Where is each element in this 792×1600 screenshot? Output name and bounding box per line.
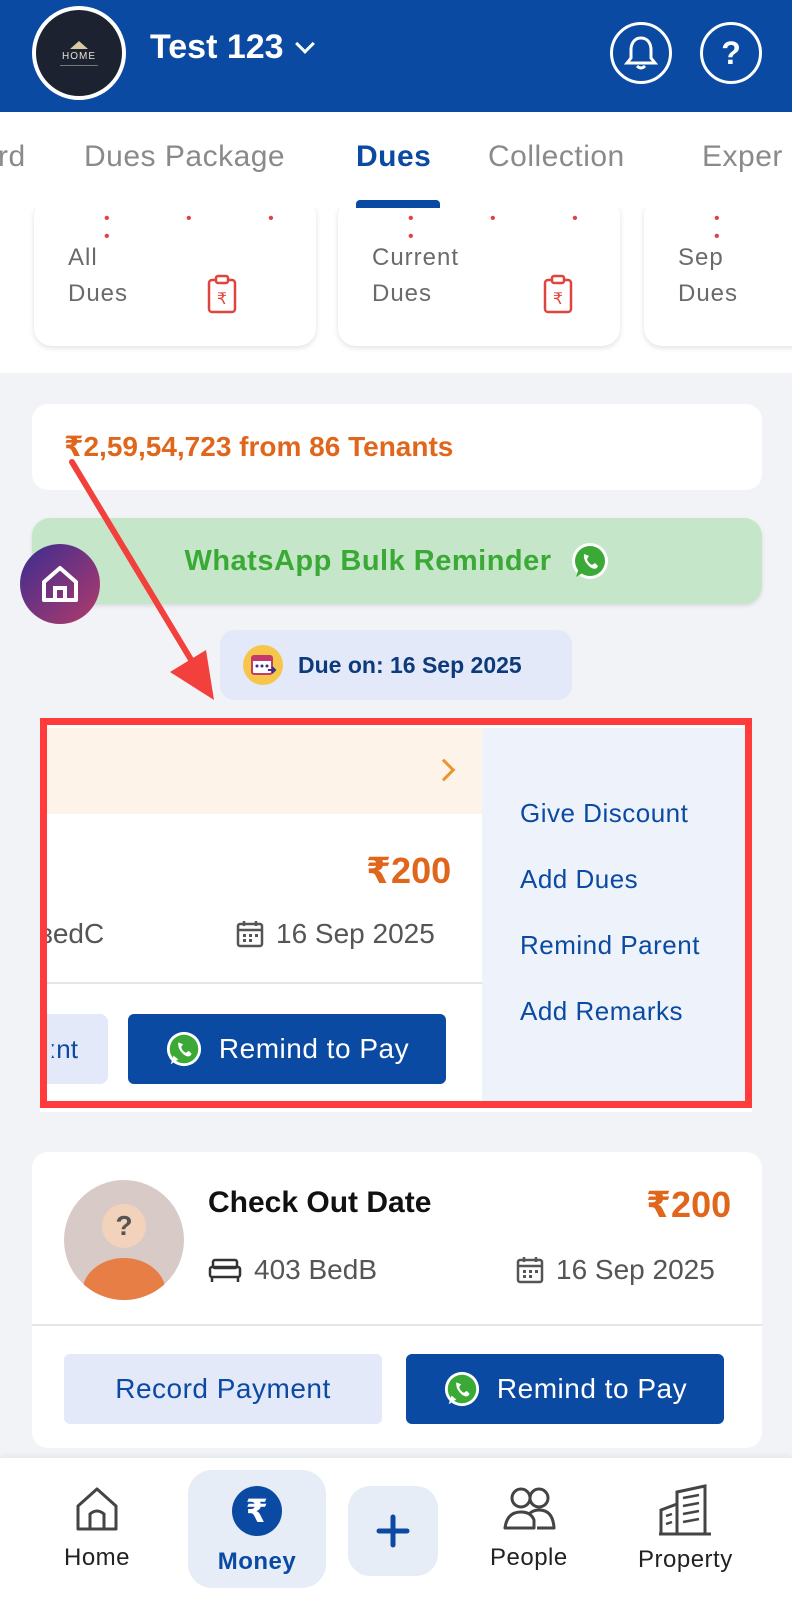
whatsapp-icon	[166, 1031, 202, 1067]
calendar-icon	[236, 921, 264, 948]
tab-collection[interactable]: Collection	[488, 140, 625, 174]
card-divider	[32, 1324, 762, 1326]
month-dues-card[interactable]: • • • • Sep Dues	[644, 208, 792, 346]
bed-label: ɜedC	[40, 918, 105, 949]
people-icon	[503, 1487, 556, 1530]
active-tab-indicator	[356, 200, 440, 208]
bed-icon	[208, 1258, 242, 1282]
property-selector[interactable]: Test 123	[150, 28, 315, 67]
tenant-name: Check Out Date	[208, 1186, 432, 1219]
whatsapp-bulk-reminder-button[interactable]: WhatsApp Bulk Reminder	[32, 518, 762, 604]
nav-money[interactable]: ₹ Money	[188, 1470, 326, 1588]
notification-button[interactable]	[610, 22, 672, 84]
nav-home[interactable]: Home	[64, 1484, 130, 1572]
nav-people-label: People	[490, 1544, 568, 1571]
card-label: All Dues	[68, 244, 129, 307]
rupee-circle-icon: ₹	[232, 1486, 282, 1536]
logo-divider	[60, 64, 98, 66]
app-header: HOME Test 123 ?	[0, 0, 792, 112]
whatsapp-bulk-label: WhatsApp Bulk Reminder	[184, 544, 552, 577]
nav-home-label: Home	[64, 1544, 131, 1571]
whatsapp-icon	[444, 1371, 480, 1407]
remind-parent-action[interactable]: Remind Parent	[520, 930, 700, 961]
home-icon	[42, 566, 78, 602]
remind-to-pay-button[interactable]: Remind to Pay	[128, 1014, 446, 1084]
svg-text:₹: ₹	[246, 1492, 269, 1530]
tab-expenses[interactable]: Exper	[702, 140, 783, 174]
add-dues-action[interactable]: Add Dues	[520, 864, 638, 895]
property-name: Test 123	[150, 28, 284, 66]
chevron-down-icon	[294, 33, 315, 54]
due-date-label: Due on: 16 Sep 2025	[298, 651, 522, 678]
clipboard-rupee-icon: ₹	[207, 274, 237, 314]
avatar: ?	[64, 1180, 184, 1300]
remind-to-pay-label: Remind to Pay	[496, 1373, 688, 1404]
logo-text: HOME	[62, 50, 96, 62]
due-amount: ₹200	[646, 1184, 732, 1225]
give-discount-action[interactable]: Give Discount	[520, 798, 688, 829]
card-decoration: • • • •	[104, 210, 310, 245]
avatar-body	[82, 1258, 166, 1300]
due-date-text: 16 Sep 2025	[276, 918, 435, 949]
record-payment-button[interactable]: Record Payment	[64, 1354, 382, 1424]
due-date: 16 Sep 2025	[236, 918, 435, 950]
calendar-icon	[516, 1257, 544, 1284]
card-label: Sep Dues	[678, 244, 739, 307]
nav-money-label: Money	[217, 1548, 297, 1575]
bottom-navigation: Home ₹ Money People Property	[0, 1458, 792, 1600]
building-icon	[659, 1484, 712, 1536]
add-button[interactable]	[348, 1486, 438, 1576]
tab-dashboard[interactable]: rd	[0, 140, 26, 174]
record-payment-button[interactable]: ːnt	[40, 1014, 108, 1084]
total-dues-text: ₹2,59,54,723 from 86 Tenants	[64, 431, 454, 462]
bell-icon	[624, 36, 658, 70]
tab-dues-package[interactable]: Dues Package	[84, 140, 285, 174]
bed-info: 403 BedB	[208, 1254, 377, 1286]
card-status-strip[interactable]	[40, 728, 482, 814]
card-label: Current Dues	[372, 244, 460, 307]
due-date-text: 16 Sep 2025	[556, 1254, 715, 1285]
floating-home-button[interactable]	[20, 544, 100, 624]
nav-property-label: Property	[638, 1546, 733, 1573]
help-button[interactable]: ?	[700, 22, 762, 84]
whatsapp-icon	[571, 543, 608, 579]
dues-summary-strip: • • • • All Dues ₹ • • • • Current Dues …	[0, 208, 792, 373]
house-roof-icon	[70, 40, 88, 49]
tab-bar: rd Dues Package Dues Collection Exper	[0, 112, 792, 208]
chevron-right-icon	[432, 758, 456, 782]
home-icon	[76, 1487, 118, 1531]
card-divider	[40, 982, 482, 984]
all-dues-card[interactable]: • • • • All Dues ₹	[34, 208, 316, 346]
add-remarks-action[interactable]: Add Remarks	[520, 996, 683, 1027]
bed-label: 403 BedB	[254, 1254, 377, 1285]
nav-people[interactable]: People	[490, 1484, 568, 1572]
calendar-icon	[243, 645, 283, 685]
tab-dues[interactable]: Dues	[356, 140, 431, 174]
unknown-user-icon: ?	[102, 1204, 146, 1248]
question-icon: ?	[721, 34, 741, 71]
due-date-chip: Due on: 16 Sep 2025	[220, 630, 572, 700]
tenant-due-card[interactable]: ? Check Out Date ₹200 403 BedB 16 Sep 20…	[32, 1152, 762, 1448]
clipboard-rupee-icon: ₹	[543, 274, 573, 314]
swipe-actions-panel: Give Discount Add Dues Remind Parent Add…	[482, 728, 752, 1104]
current-dues-card[interactable]: • • • • Current Dues ₹	[338, 208, 620, 346]
due-amount: ₹200	[366, 850, 452, 891]
total-dues-banner: ₹2,59,54,723 from 86 Tenants	[32, 404, 762, 490]
remind-to-pay-label: Remind to Pay	[218, 1033, 410, 1064]
swiped-tenant-card[interactable]: ₹200 ɜedC 16 Sep 2025 ːnt Remind to Pay …	[40, 720, 752, 1112]
property-logo[interactable]: HOME	[32, 6, 126, 100]
svg-text:₹: ₹	[217, 289, 227, 308]
nav-property[interactable]: Property	[638, 1484, 733, 1574]
svg-text:₹: ₹	[553, 289, 563, 308]
due-date: 16 Sep 2025	[516, 1254, 715, 1286]
remind-to-pay-button[interactable]: Remind to Pay	[406, 1354, 724, 1424]
plus-icon	[376, 1514, 410, 1548]
